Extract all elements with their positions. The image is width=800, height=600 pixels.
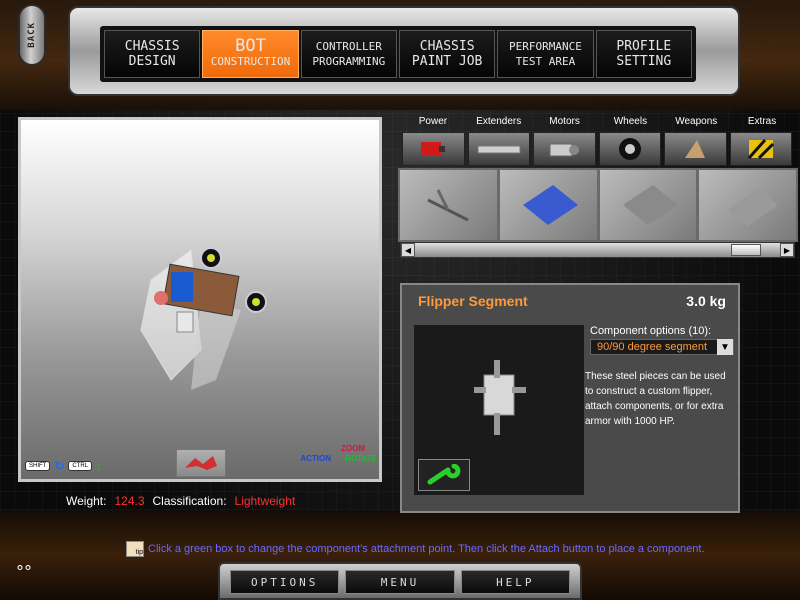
- category-buttons: [402, 132, 792, 166]
- tab-label-line2: SETTING: [616, 54, 672, 69]
- category-extenders-button[interactable]: [467, 132, 530, 166]
- tab-label-line2: CONSTRUCTION: [210, 55, 291, 68]
- tab-label-line1: CHASSIS: [419, 39, 475, 54]
- component-detail-panel: Flipper Segment 3.0 kg Component options…: [400, 283, 740, 513]
- bot-3d-viewport[interactable]: SHIFT ↻ CTRL ↕ ZOOM ACTION ROTATE: [18, 117, 382, 482]
- tab-profile-setting[interactable]: PROFILE SETTING: [595, 30, 692, 78]
- tab-label-line1: BOT: [235, 36, 266, 56]
- strut-part-icon: [427, 189, 470, 222]
- beam-icon: [477, 145, 521, 154]
- category-label-extras: Extras: [747, 116, 777, 127]
- shift-key: SHIFT: [25, 461, 51, 471]
- category-label-motors: Motors: [549, 116, 580, 127]
- weight-label: Weight:: [66, 494, 107, 508]
- part-slot[interactable]: [599, 170, 697, 240]
- robot-model[interactable]: [131, 240, 271, 390]
- weapon-icon: [685, 140, 706, 158]
- ctrl-key: CTRL: [68, 461, 93, 471]
- hazard-icon: [747, 139, 774, 160]
- motor-part: [154, 291, 168, 305]
- help-button[interactable]: HELP: [460, 570, 570, 594]
- zoom-label: ZOOM: [341, 444, 365, 453]
- move-up-icon[interactable]: ↕: [96, 459, 102, 473]
- category-extras-button[interactable]: [729, 132, 792, 166]
- tip-icon: tip: [126, 541, 144, 557]
- tip-icon-label: tip: [135, 549, 143, 556]
- tab-label-line2: PROGRAMMING: [312, 55, 386, 68]
- tab-label-line1: PROFILE: [616, 39, 672, 54]
- rotate-label: ROTATE: [345, 454, 377, 463]
- rotate-cam-icon[interactable]: ↻: [54, 459, 64, 473]
- scroll-right-arrow-icon[interactable]: ▶: [780, 243, 794, 257]
- category-weapons-button[interactable]: [664, 132, 727, 166]
- attach-button[interactable]: [418, 459, 470, 491]
- tab-chassis-paint-job[interactable]: CHASSIS PAINT JOB: [398, 30, 496, 78]
- tab-label-line2: PAINT JOB: [411, 54, 483, 69]
- bottom-menu: OPTIONS MENU HELP: [218, 562, 582, 600]
- attachment-thumbnail[interactable]: [176, 449, 226, 477]
- category-motors-button[interactable]: [533, 132, 596, 166]
- wheel-hub-right: [252, 298, 260, 306]
- tab-label-line1: PERFORMANCE: [509, 40, 582, 53]
- wheel-icon: [618, 138, 641, 160]
- scroll-left-arrow-icon[interactable]: ◀: [401, 243, 415, 257]
- parts-scrollbar[interactable]: ◀ ▶: [400, 242, 795, 258]
- component-options-label: Component options (10):: [590, 325, 712, 337]
- battery-icon: [421, 142, 446, 156]
- category-label-weapons: Weapons: [675, 116, 718, 127]
- tab-label-line2: DESIGN: [128, 54, 176, 69]
- tab-label-line1: CHASSIS: [124, 39, 180, 54]
- bot-stats: Weight: 124.3 Classification: Lightweigh…: [66, 494, 295, 508]
- segment-part: [176, 311, 194, 333]
- loading-dots-icon: °°: [16, 562, 32, 581]
- part-slot[interactable]: [699, 170, 796, 240]
- options-button[interactable]: OPTIONS: [230, 570, 340, 594]
- motor-icon: [549, 143, 580, 157]
- armor-panel: [191, 300, 241, 390]
- weight-value: 124.3: [114, 494, 145, 508]
- category-label-power: Power: [418, 116, 448, 127]
- wheel-hub-top: [207, 254, 215, 262]
- component-preview: [414, 325, 584, 495]
- gray-plate-part-icon: [622, 185, 678, 225]
- selected-option: 90/90 degree segment: [597, 341, 708, 353]
- attachment-icon: [185, 456, 217, 470]
- steel-plate-part-icon: [727, 188, 778, 226]
- category-wheels-button[interactable]: [598, 132, 661, 166]
- tip-bar: tip Click a green box to change the comp…: [126, 541, 705, 557]
- menu-button[interactable]: MENU: [345, 570, 455, 594]
- wrench-icon: [427, 464, 461, 485]
- main-nav: CHASSIS DESIGN BOT CONSTRUCTION CONTROLL…: [100, 26, 696, 82]
- blue-plate-part-icon: [523, 185, 579, 225]
- tab-controller-programming[interactable]: CONTROLLER PROGRAMMING: [300, 30, 397, 78]
- tab-label-line2: TEST AREA: [515, 55, 576, 68]
- component-description: These steel pieces can be used to constr…: [585, 371, 726, 427]
- part-slot[interactable]: [499, 170, 597, 240]
- tab-performance-test-area[interactable]: PERFORMANCE TEST AREA: [497, 30, 594, 78]
- component-options-dropdown[interactable]: 90/90 degree segment ▼: [590, 339, 734, 355]
- classification-label: Classification:: [152, 494, 227, 508]
- tab-label-line1: CONTROLLER: [315, 40, 382, 53]
- classification-value: Lightweight: [234, 494, 296, 508]
- category-label-extenders: Extenders: [476, 116, 522, 127]
- battery-block: [171, 272, 193, 302]
- category-labels: Power Extenders Motors Wheels Weapons Ex…: [400, 116, 795, 127]
- action-label: ACTION: [300, 454, 331, 463]
- tab-chassis-design[interactable]: CHASSIS DESIGN: [104, 30, 201, 78]
- component-weight: 3.0 kg: [686, 293, 726, 309]
- parts-carousel: [398, 168, 798, 242]
- tab-bot-construction[interactable]: BOT CONSTRUCTION: [202, 30, 299, 78]
- back-label: BACK: [27, 22, 37, 48]
- category-power-button[interactable]: [402, 132, 465, 166]
- chevron-down-icon[interactable]: ▼: [717, 339, 733, 355]
- scroll-thumb[interactable]: [731, 244, 761, 256]
- back-button[interactable]: BACK: [18, 4, 46, 66]
- camera-controls: SHIFT ↻ CTRL ↕: [25, 459, 102, 473]
- category-label-wheels: Wheels: [613, 116, 648, 127]
- component-name: Flipper Segment: [418, 293, 528, 309]
- tip-text: Click a green box to change the componen…: [148, 543, 705, 555]
- part-slot[interactable]: [400, 170, 497, 240]
